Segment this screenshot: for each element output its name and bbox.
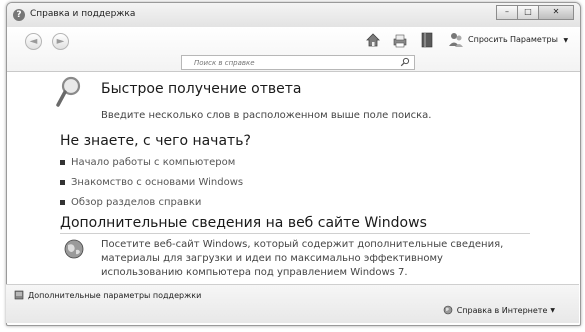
ask-button[interactable]: Спросить bbox=[468, 35, 508, 44]
chevron-down-icon: ▼ bbox=[550, 306, 555, 314]
quick-answer-heading: Быстрое получение ответа bbox=[101, 81, 302, 97]
search-input[interactable] bbox=[182, 56, 404, 69]
ask-icon[interactable] bbox=[448, 31, 464, 49]
maximize-button[interactable]: □ bbox=[517, 5, 539, 20]
online-help-label: Справка в Интернете bbox=[456, 305, 548, 315]
search-box[interactable] bbox=[181, 55, 415, 70]
chevron-down-icon: ▼ bbox=[563, 37, 569, 44]
minimize-button[interactable]: – bbox=[496, 5, 518, 20]
options-button[interactable]: Параметры ▼ bbox=[510, 35, 568, 44]
online-info-heading: Дополнительные сведения на веб сайте Win… bbox=[60, 215, 427, 231]
back-arrow-icon: ◄ bbox=[29, 36, 38, 47]
window-controls: – □ ✕ bbox=[496, 5, 574, 20]
title-bar[interactable]: ? Справка и поддержка – □ ✕ bbox=[7, 3, 580, 27]
globe-icon bbox=[64, 239, 84, 259]
magnifier-icon bbox=[56, 76, 81, 107]
support-options-label: Дополнительные параметры поддержки bbox=[28, 290, 202, 300]
list-item: Обзор разделов справки bbox=[60, 197, 201, 208]
divider bbox=[60, 233, 530, 234]
forward-arrow-icon: ► bbox=[56, 36, 65, 47]
link-windows-basics[interactable]: Знакомство с основами Windows bbox=[71, 177, 243, 188]
link-browse-topics[interactable]: Обзор разделов справки bbox=[71, 197, 201, 208]
options-label: Параметры bbox=[510, 35, 558, 44]
window-title: Справка и поддержка bbox=[30, 9, 136, 19]
online-info-link[interactable]: Посетите веб-сайт Windows, который содер… bbox=[101, 238, 521, 280]
online-help-globe-icon bbox=[443, 305, 453, 315]
help-app-icon: ? bbox=[13, 9, 25, 21]
bullet-icon bbox=[60, 180, 65, 185]
online-help-button[interactable]: Справка в Интернете ▼ bbox=[443, 305, 555, 315]
back-button[interactable]: ◄ bbox=[25, 33, 42, 50]
list-item: Начало работы с компьютером bbox=[60, 157, 235, 168]
browse-help-icon[interactable] bbox=[419, 31, 435, 49]
quick-answer-description: Введите несколько слов в расположенном в… bbox=[101, 110, 432, 121]
toolbar: ◄ ► Спросить Параметры ▼ bbox=[7, 27, 580, 72]
close-button[interactable]: ✕ bbox=[538, 5, 574, 20]
search-icon[interactable] bbox=[400, 57, 410, 67]
support-options-icon bbox=[14, 290, 24, 300]
home-icon[interactable] bbox=[365, 31, 381, 49]
bullet-icon bbox=[60, 200, 65, 205]
link-getting-started[interactable]: Начало работы с компьютером bbox=[71, 157, 235, 168]
getting-started-heading: Не знаете, с чего начать? bbox=[60, 133, 251, 149]
forward-button[interactable]: ► bbox=[52, 33, 69, 50]
bullet-icon bbox=[60, 160, 65, 165]
list-item: Знакомство с основами Windows bbox=[60, 177, 243, 188]
print-icon[interactable] bbox=[392, 31, 408, 49]
support-options-link[interactable]: Дополнительные параметры поддержки bbox=[14, 290, 201, 300]
